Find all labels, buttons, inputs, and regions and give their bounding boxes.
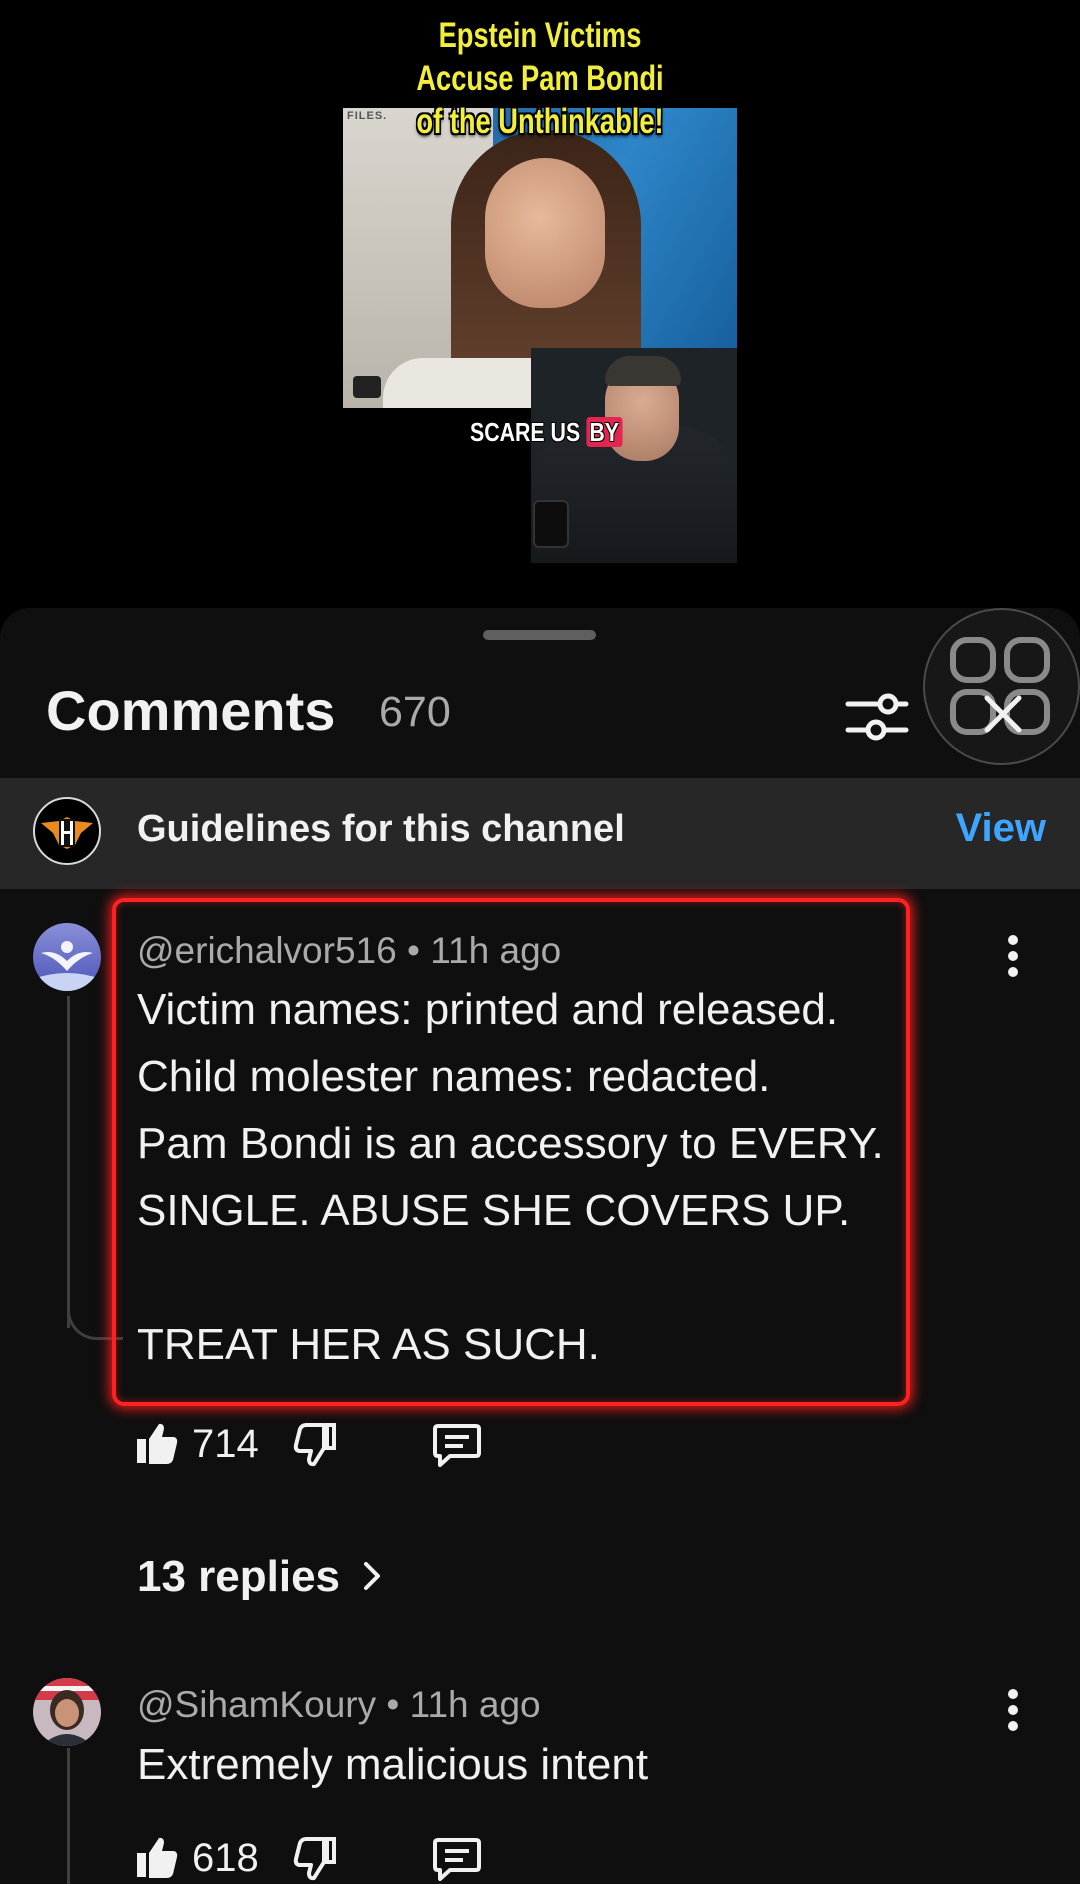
comment-author[interactable]: @SihamKoury [137,1684,376,1725]
reply-button[interactable] [432,1422,482,1473]
comments-title: Comments [46,679,336,742]
caption-text: SCARE US [470,417,581,447]
comment-meta: @erichalvor516 • 11h ago [137,930,561,972]
comment-reply-icon [433,1838,481,1881]
thumbs-down-icon [293,1837,336,1881]
avatar[interactable] [33,923,101,991]
comments-count: 670 [379,688,451,736]
like-count: 618 [192,1836,259,1880]
close-button[interactable] [923,608,1080,765]
thumbs-up-icon [137,1837,178,1878]
more-options-button[interactable] [1000,1687,1026,1733]
comments-sheet: Comments 670 Guidelines for this channel… [0,608,1080,1884]
video-title-line: Accuse Pam Bondi [416,59,664,98]
filter-button[interactable] [842,682,912,752]
like-button[interactable] [135,1834,179,1884]
drag-handle[interactable] [483,630,596,640]
channel-guidelines-row[interactable]: Guidelines for this channel View [0,778,1080,889]
thread-line [67,1748,70,1884]
more-vert-icon [1008,1689,1018,1731]
guidelines-text: Guidelines for this channel [137,808,625,850]
meta-separator: • [386,1684,400,1725]
comment-text: Extremely malicious intent [137,1740,649,1789]
comment-text: Victim names: printed and released. Chil… [137,985,884,1369]
avatar[interactable] [33,1678,101,1746]
close-icon [984,695,1022,733]
video-frame: FILES. [343,108,737,563]
video-caption: SCARE US BY [470,417,623,448]
video-title-line: Epstein Victims [438,16,642,55]
video-player[interactable]: FILES. Epstein Victims Accuse Pam Bondi … [0,0,1080,608]
thumbs-up-icon [137,1423,178,1464]
thread-line-curve [67,1300,123,1340]
avatar-image [33,1678,101,1746]
comment-time: 11h ago [409,1684,541,1725]
replies-label: 13 replies [137,1552,341,1601]
thumb-corner-text: FILES. [347,110,388,122]
avatar-image [33,923,101,991]
comment-reply-icon [433,1424,481,1467]
thread-line [67,996,70,1328]
tune-sliders-icon [845,693,909,741]
like-count: 714 [192,1422,259,1466]
comment-meta: @SihamKoury • 11h ago [137,1684,541,1726]
like-button[interactable] [135,1420,179,1471]
caption-tag: BY [586,417,623,447]
comment-time: 11h ago [430,930,562,971]
more-options-button[interactable] [1000,933,1026,979]
more-vert-icon [1008,935,1018,977]
view-replies-button[interactable]: 13 replies [137,1552,384,1602]
reply-button[interactable] [432,1836,482,1884]
video-overlay-title: Epstein Victims Accuse Pam Bondi of the … [384,14,696,143]
comment-author[interactable]: @erichalvor516 [137,930,397,971]
dislike-button[interactable] [293,1422,337,1473]
thumbs-down-icon [293,1423,336,1467]
video-title-line: of the Unthinkable! [416,102,664,141]
channel-logo [33,797,101,865]
dislike-button[interactable] [293,1836,337,1884]
guidelines-view-link[interactable]: View [956,806,1046,851]
channel-logo-icon [41,817,93,849]
meta-separator: • [406,930,420,971]
chevron-right-icon [364,1562,381,1590]
